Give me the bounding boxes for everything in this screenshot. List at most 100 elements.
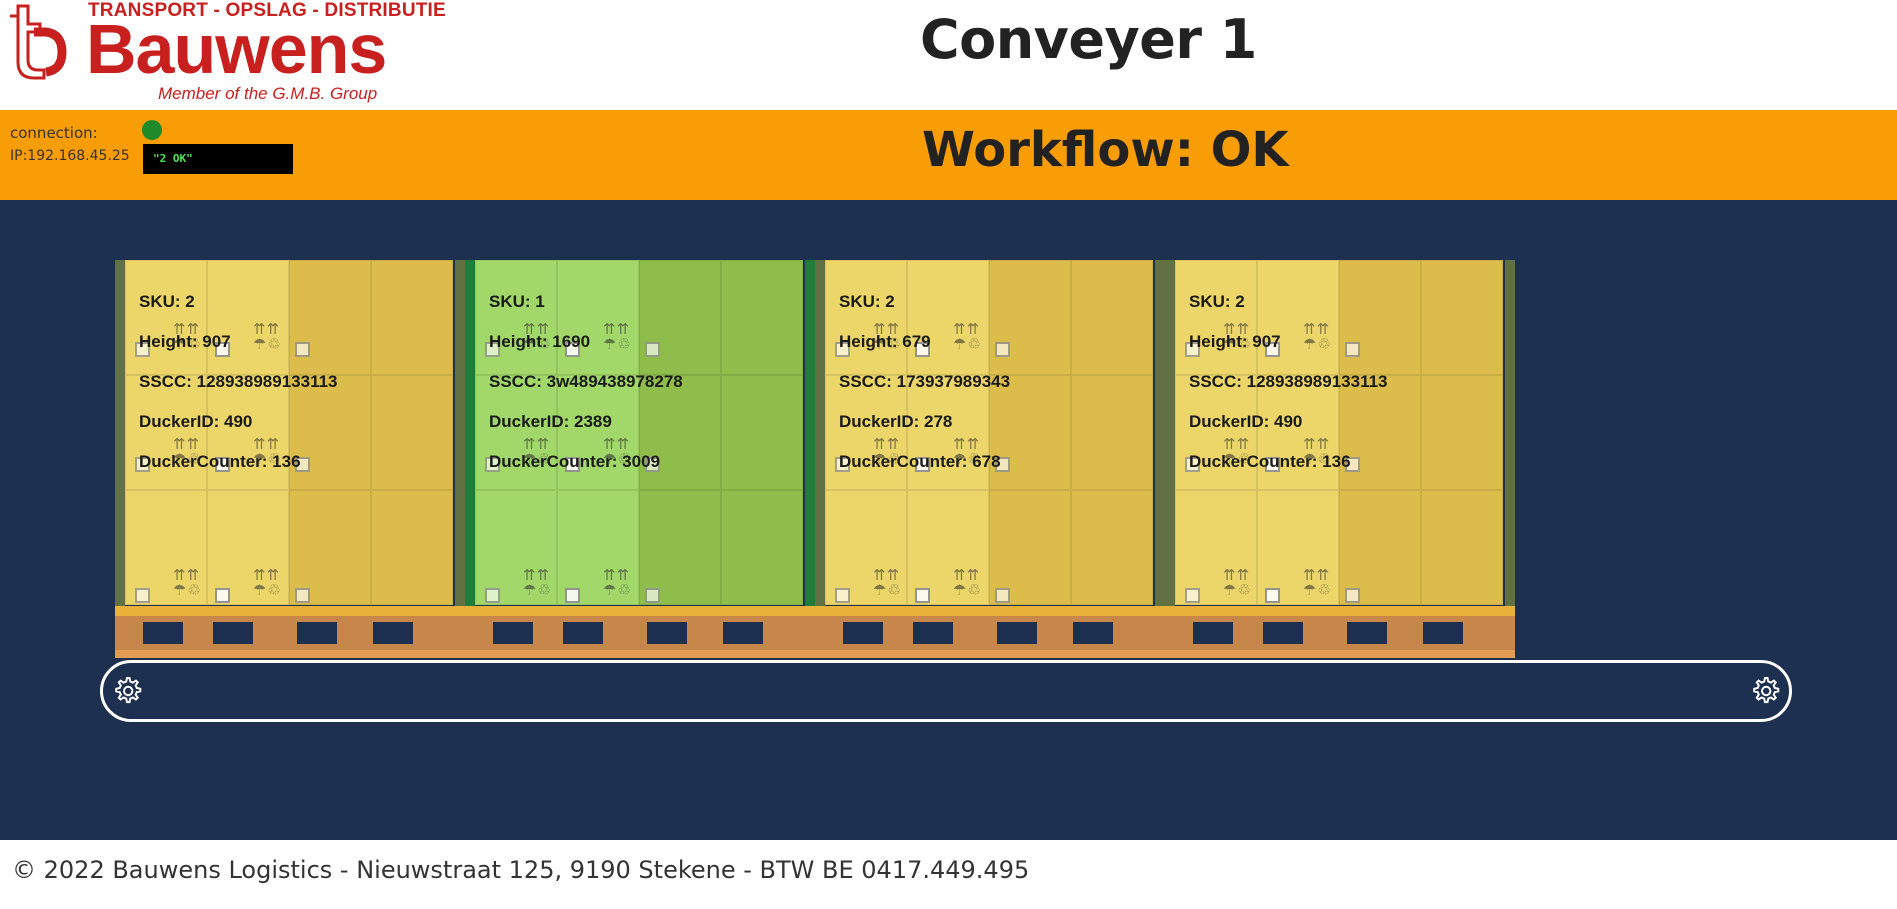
pallet-ducker-id: DuckerID: 490 bbox=[139, 412, 253, 431]
pallet-ducker-id: DuckerID: 278 bbox=[839, 412, 953, 431]
page-title: Conveyer 1 bbox=[920, 8, 1257, 71]
stretch-wrap-edge bbox=[815, 260, 825, 606]
pallet-slot bbox=[723, 622, 763, 644]
pallet-sku: SKU: 1 bbox=[489, 292, 545, 311]
pallet-base bbox=[1165, 616, 1515, 650]
pallet-slot bbox=[1193, 622, 1233, 644]
carton bbox=[1421, 490, 1503, 605]
pallet-bottom bbox=[1165, 650, 1515, 658]
connection-status-indicator bbox=[142, 120, 162, 140]
pallet-height: Height: 907 bbox=[139, 332, 231, 351]
pallet-info: SKU: 2 Height: 907 SSCC: 128938989133113… bbox=[139, 282, 338, 482]
carton-label-icon bbox=[135, 588, 150, 603]
handling-symbols-icon: ⇈⇈ ☂♲ bbox=[173, 566, 202, 599]
pallet-height: Height: 1690 bbox=[489, 332, 591, 351]
pallet-slot bbox=[647, 622, 687, 644]
plc-response-display: "2 OK" bbox=[143, 144, 293, 174]
pallet-sscc: SSCC: 128938989133113 bbox=[139, 372, 338, 391]
handling-symbols-icon: ⇈⇈ ☂♲ bbox=[523, 566, 552, 599]
handling-symbols-icon: ⇈⇈ ☂♲ bbox=[603, 566, 632, 599]
pallet-slot bbox=[1263, 622, 1303, 644]
pallet-slot bbox=[1423, 622, 1463, 644]
carton-label-icon bbox=[1185, 588, 1200, 603]
pallet-ducker-counter: DuckerCounter: 136 bbox=[1189, 452, 1351, 471]
pallet-slot bbox=[1073, 622, 1113, 644]
carton bbox=[1421, 375, 1503, 490]
carton bbox=[371, 375, 453, 490]
carton bbox=[1071, 490, 1153, 605]
pallet-deck bbox=[465, 606, 815, 616]
carton-label-icon bbox=[915, 588, 930, 603]
pallet-sscc: SSCC: 128938989133113 bbox=[1189, 372, 1388, 391]
gear-icon[interactable] bbox=[111, 675, 143, 707]
pallet-ducker-counter: DuckerCounter: 3009 bbox=[489, 452, 661, 471]
pallet-sscc: SSCC: 3w489438978278 bbox=[489, 372, 683, 391]
pallet-slot bbox=[843, 622, 883, 644]
pallet-sscc: SSCC: 173937989343 bbox=[839, 372, 1011, 391]
pallet-slot bbox=[493, 622, 533, 644]
carton-label-icon bbox=[295, 588, 310, 603]
connection-label: connection: bbox=[10, 124, 98, 142]
pallet-slot bbox=[563, 622, 603, 644]
workflow-status: Workflow: OK bbox=[922, 122, 1289, 178]
logo-tagline: Member of the G.M.B. Group bbox=[158, 84, 378, 103]
pallet-deck bbox=[1165, 606, 1515, 616]
handling-symbols-icon: ⇈⇈ ☂♲ bbox=[253, 566, 282, 599]
pallet-deck bbox=[815, 606, 1165, 616]
logo-name: Bauwens bbox=[86, 10, 387, 88]
pallet-slot bbox=[143, 622, 183, 644]
pallet-ducker-counter: DuckerCounter: 136 bbox=[139, 452, 301, 471]
stretch-wrap-edge bbox=[455, 260, 465, 606]
pallet-ducker-counter: DuckerCounter: 678 bbox=[839, 452, 1001, 471]
pallet-card[interactable]: ⇈⇈ ☂♲ ⇈⇈ ☂♲ ⇈⇈ ☂♲ ⇈⇈ ☂♲ ⇈⇈ ☂♲ ⇈⇈ ☂♲ SKU: 1 Height: … bbox=[465, 260, 815, 660]
pallet-info: SKU: 2 Height: 907 SSCC: 128938989133113… bbox=[1189, 282, 1388, 482]
pallet-sku: SKU: 2 bbox=[1189, 292, 1245, 311]
pallet-sku: SKU: 2 bbox=[139, 292, 195, 311]
bauwens-logo[interactable]: TRANSPORT - OPSLAG - DISTRIBUTIE Bauwens… bbox=[4, 0, 446, 108]
stretch-wrap-edge bbox=[115, 260, 125, 606]
carton-label-icon bbox=[1265, 588, 1280, 603]
footer: © 2022 Bauwens Logistics - Nieuwstraat 1… bbox=[0, 840, 1897, 909]
handling-symbols-icon: ⇈⇈ ☂♲ bbox=[953, 566, 982, 599]
pallet-slot bbox=[997, 622, 1037, 644]
footer-text: © 2022 Bauwens Logistics - Nieuwstraat 1… bbox=[12, 856, 1030, 884]
carton bbox=[721, 260, 803, 375]
pallet-base bbox=[115, 616, 465, 650]
pallet-slot bbox=[373, 622, 413, 644]
pallet-height: Height: 679 bbox=[839, 332, 931, 351]
pallet-ducker-id: DuckerID: 490 bbox=[1189, 412, 1303, 431]
gear-icon[interactable] bbox=[1749, 675, 1781, 707]
carton bbox=[721, 375, 803, 490]
carton-label-icon bbox=[485, 588, 500, 603]
pallet-card[interactable]: ⇈⇈ ☂♲ ⇈⇈ ☂♲ ⇈⇈ ☂♲ ⇈⇈ ☂♲ ⇈⇈ ☂♲ ⇈⇈ ☂♲ SKU: 2 Height: … bbox=[815, 260, 1165, 660]
status-bar: connection: IP:192.168.45.25 "2 OK" Work… bbox=[0, 110, 1897, 200]
carton bbox=[371, 260, 453, 375]
carton bbox=[1421, 260, 1503, 375]
stretch-wrap-edge bbox=[805, 260, 815, 606]
carton bbox=[371, 490, 453, 605]
handling-symbols-icon: ⇈⇈ ☂♲ bbox=[1223, 566, 1252, 599]
pallet-base bbox=[815, 616, 1165, 650]
pallet-info: SKU: 2 Height: 679 SSCC: 173937989343 Du… bbox=[839, 282, 1010, 482]
carton bbox=[1071, 375, 1153, 490]
pallet-slot bbox=[913, 622, 953, 644]
stretch-wrap-edge bbox=[1155, 260, 1165, 606]
carton bbox=[721, 490, 803, 605]
pallet-slot bbox=[213, 622, 253, 644]
pallet-slot bbox=[297, 622, 337, 644]
conveyor-belt bbox=[100, 660, 1792, 722]
carton-label-icon bbox=[645, 588, 660, 603]
handling-symbols-icon: ⇈⇈ ☂♲ bbox=[873, 566, 902, 599]
stretch-wrap-edge bbox=[1505, 260, 1515, 606]
carton-label-icon bbox=[565, 588, 580, 603]
pallet-card[interactable]: ⇈⇈ ☂♲ ⇈⇈ ☂♲ ⇈⇈ ☂♲ ⇈⇈ ☂♲ ⇈⇈ ☂♲ ⇈⇈ ☂♲ SKU: 2 Height: … bbox=[115, 260, 465, 660]
ip-label: IP:192.168.45.25 bbox=[10, 148, 130, 164]
pallet-card[interactable]: ⇈⇈ ☂♲ ⇈⇈ ☂♲ ⇈⇈ ☂♲ ⇈⇈ ☂♲ ⇈⇈ ☂♲ ⇈⇈ ☂♲ SKU: 2 Height: … bbox=[1165, 260, 1515, 660]
logo-mark-icon bbox=[10, 4, 67, 80]
pallet-info: SKU: 1 Height: 1690 SSCC: 3w489438978278… bbox=[489, 282, 683, 482]
pallet-slot bbox=[1347, 622, 1387, 644]
carton bbox=[1071, 260, 1153, 375]
pallet-bottom bbox=[115, 650, 465, 658]
stretch-wrap-edge bbox=[465, 260, 475, 606]
pallet-height: Height: 907 bbox=[1189, 332, 1281, 351]
